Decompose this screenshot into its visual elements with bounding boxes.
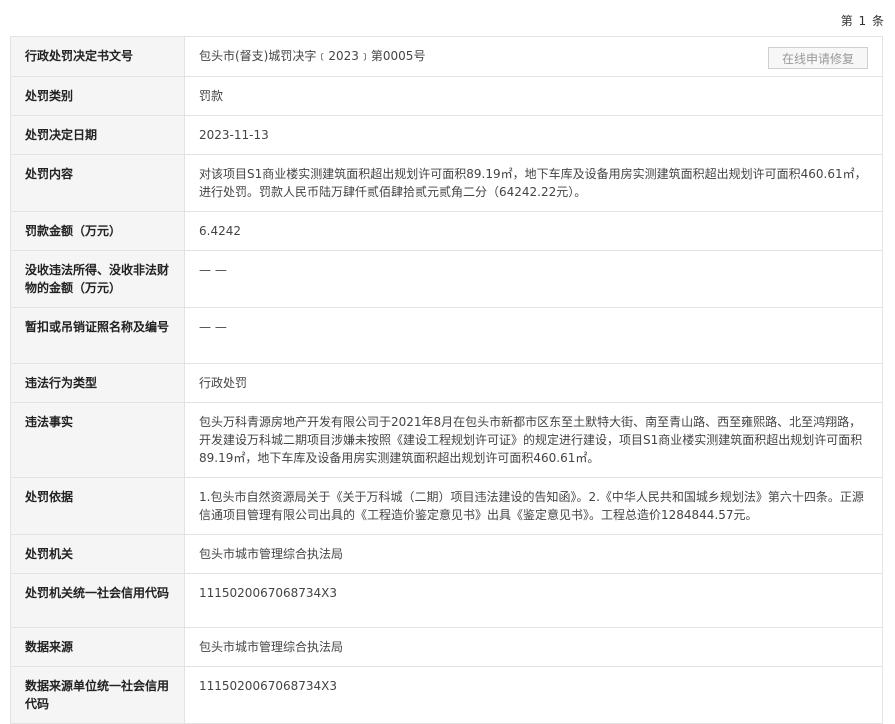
row-value: 1115020067068734X3 <box>184 573 883 628</box>
table-row: 数据来源单位统一社会信用代码 1115020067068734X3 <box>10 666 883 724</box>
row-label: 违法事实 <box>10 402 185 478</box>
table-row: 处罚类别 罚款 <box>10 76 883 116</box>
row-value: 包头市城市管理综合执法局 <box>184 627 883 667</box>
row-value: 对该项目S1商业楼实测建筑面积超出规划许可面积89.19㎡，地下车库及设备用房实… <box>184 154 883 212</box>
row-label: 数据来源单位统一社会信用代码 <box>10 666 185 724</box>
row-label: 处罚依据 <box>10 477 185 535</box>
table-row: 违法事实 包头万科青源房地产开发有限公司于2021年8月在包头市新都市区东至土默… <box>10 402 883 478</box>
row-label: 没收违法所得、没收非法财物的金额（万元） <box>10 250 185 308</box>
table-row: 处罚内容 对该项目S1商业楼实测建筑面积超出规划许可面积89.19㎡，地下车库及… <box>10 154 883 212</box>
row-label: 数据来源 <box>10 627 185 667</box>
row-label: 罚款金额（万元） <box>10 211 185 251</box>
row-value: 包头市(督支)城罚决字﹝2023﹞第0005号 <box>199 49 426 63</box>
row-label: 处罚内容 <box>10 154 185 212</box>
row-label: 暂扣或吊销证照名称及编号 <box>10 307 185 364</box>
table-row: 处罚依据 1.包头市自然资源局关于《关于万科城（二期）项目违法建设的告知函》。2… <box>10 477 883 535</box>
row-label: 违法行为类型 <box>10 363 185 403</box>
row-value: 行政处罚 <box>184 363 883 403</box>
table-row: 没收违法所得、没收非法财物的金额（万元） — — <box>10 250 883 308</box>
page-indicator: 第 1 条 <box>840 14 885 28</box>
row-value: 6.4242 <box>184 211 883 251</box>
row-label: 处罚机关统一社会信用代码 <box>10 573 185 628</box>
table-row: 处罚机关统一社会信用代码 1115020067068734X3 <box>10 573 883 628</box>
row-label: 处罚决定日期 <box>10 115 185 155</box>
row-label: 行政处罚决定书文号 <box>10 36 185 77</box>
apply-repair-button[interactable]: 在线申请修复 <box>768 47 868 69</box>
table-row: 违法行为类型 行政处罚 <box>10 363 883 403</box>
table-row: 罚款金额（万元） 6.4242 <box>10 211 883 251</box>
row-label: 处罚类别 <box>10 76 185 116</box>
row-value: 罚款 <box>184 76 883 116</box>
table-row: 行政处罚决定书文号 包头市(督支)城罚决字﹝2023﹞第0005号 在线申请修复 <box>10 36 883 77</box>
table-row: 处罚决定日期 2023-11-13 <box>10 115 883 155</box>
table-row: 暂扣或吊销证照名称及编号 — — <box>10 307 883 364</box>
table-row: 数据来源 包头市城市管理综合执法局 <box>10 627 883 667</box>
row-value: 包头市城市管理综合执法局 <box>184 534 883 574</box>
row-value: — — <box>184 250 883 308</box>
row-value: 1.包头市自然资源局关于《关于万科城（二期）项目违法建设的告知函》。2.《中华人… <box>184 477 883 535</box>
row-value: 1115020067068734X3 <box>184 666 883 724</box>
row-value: 包头万科青源房地产开发有限公司于2021年8月在包头市新都市区东至土默特大街、南… <box>184 402 883 478</box>
row-value-cell: 包头市(督支)城罚决字﹝2023﹞第0005号 在线申请修复 <box>184 36 883 77</box>
row-label: 处罚机关 <box>10 534 185 574</box>
table-row: 处罚机关 包头市城市管理综合执法局 <box>10 534 883 574</box>
row-value: 2023-11-13 <box>184 115 883 155</box>
row-value: — — <box>184 307 883 364</box>
penalty-record-table: 行政处罚决定书文号 包头市(督支)城罚决字﹝2023﹞第0005号 在线申请修复… <box>10 36 883 724</box>
